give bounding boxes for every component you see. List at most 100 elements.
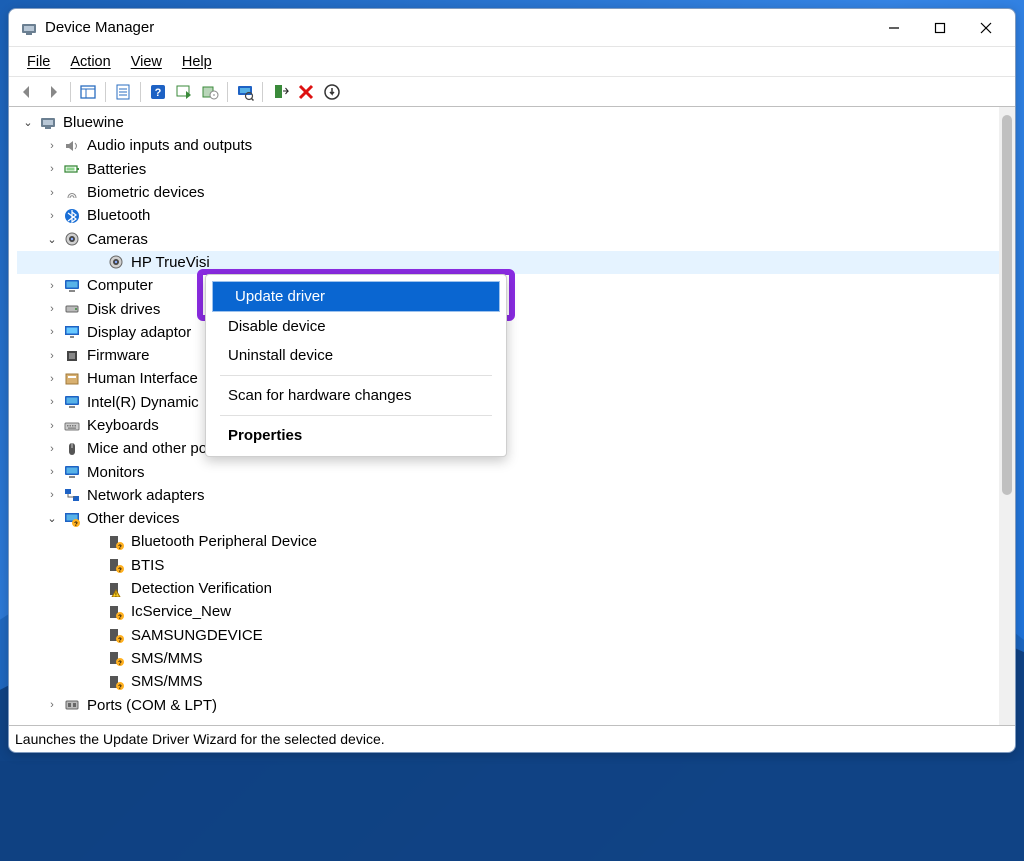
tree-root-label: Bluewine <box>63 114 124 131</box>
tree-item[interactable]: ›Intel(R) Dynamic <box>17 391 999 414</box>
camera-icon <box>107 253 125 271</box>
nav-forward-button[interactable] <box>41 80 65 104</box>
ctx-properties[interactable]: Properties <box>206 421 506 450</box>
svg-text:?: ? <box>118 568 122 573</box>
chevron-right-icon[interactable]: › <box>45 303 59 315</box>
ctx-separator <box>220 415 492 416</box>
chevron-down-icon[interactable]: ⌄ <box>45 512 59 525</box>
chevron-right-icon[interactable]: › <box>45 187 59 199</box>
nav-back-button[interactable] <box>15 80 39 104</box>
chevron-right-icon[interactable]: › <box>45 163 59 175</box>
chevron-right-icon[interactable]: › <box>45 350 59 362</box>
tree-item[interactable]: ›Firmware <box>17 344 999 367</box>
tree-item[interactable]: ›Human Interface <box>17 367 999 390</box>
tree-item[interactable]: ›?SAMSUNGDEVICE <box>17 624 999 647</box>
ctx-scan-changes[interactable]: Scan for hardware changes <box>206 381 506 410</box>
tree-item[interactable]: ›?SMS/MMS <box>17 647 999 670</box>
chevron-down-icon[interactable]: ⌄ <box>45 233 59 246</box>
properties-button[interactable] <box>111 80 135 104</box>
update-driver-button[interactable] <box>172 80 196 104</box>
tree-container: ⌄ Bluewine › Audio inputs and outputs › Batte… <box>9 107 1015 726</box>
disable-device-button[interactable] <box>294 80 318 104</box>
tree-item[interactable]: ›Computer <box>17 274 999 297</box>
scrollbar-thumb[interactable] <box>1002 115 1012 495</box>
monitor-icon <box>63 463 81 481</box>
tree-item-label: Batteries <box>87 161 146 178</box>
chevron-right-icon[interactable]: › <box>45 420 59 432</box>
menu-view[interactable]: View <box>121 50 172 74</box>
status-text: Launches the Update Driver Wizard for th… <box>15 731 385 747</box>
tree-item[interactable]: ›Keyboards <box>17 414 999 437</box>
tree-item[interactable]: › Batteries <box>17 158 999 181</box>
tree-item[interactable]: ›Monitors <box>17 460 999 483</box>
showhide-button[interactable] <box>76 80 100 104</box>
enable-device-button[interactable] <box>268 80 292 104</box>
tree-item-label: Bluetooth <box>87 207 150 224</box>
tree-item[interactable]: ›Disk drives <box>17 297 999 320</box>
chevron-right-icon[interactable]: › <box>45 140 59 152</box>
tree-item[interactable]: ›?IcService_New <box>17 600 999 623</box>
help-button[interactable]: ? <box>146 80 170 104</box>
titlebar[interactable]: Device Manager <box>9 9 1015 47</box>
speaker-icon <box>63 137 81 155</box>
tree-item[interactable]: ›HP TrueVisi <box>17 251 999 274</box>
app-icon <box>21 20 37 36</box>
statusbar: Launches the Update Driver Wizard for th… <box>9 726 1015 752</box>
svg-text:?: ? <box>118 685 122 690</box>
ctx-update-driver[interactable]: Update driver <box>212 281 500 312</box>
menu-help[interactable]: Help <box>172 50 222 74</box>
menubar: File Action View Help <box>9 47 1015 77</box>
tree-item[interactable]: ›Mice and other pointing devices <box>17 437 999 460</box>
chevron-right-icon[interactable]: › <box>45 373 59 385</box>
toolbar-separator <box>70 82 71 102</box>
computer-icon <box>39 114 57 132</box>
tree-item-label: Cameras <box>87 231 148 248</box>
svg-text:?: ? <box>118 661 122 666</box>
vertical-scrollbar[interactable] <box>999 107 1015 725</box>
chevron-right-icon[interactable]: › <box>45 443 59 455</box>
menu-file[interactable]: File <box>17 50 60 74</box>
tree-item[interactable]: ›!Detection Verification <box>17 577 999 600</box>
tree-item-label: Audio inputs and outputs <box>87 137 252 154</box>
monitor-icon <box>63 393 81 411</box>
unknown-device-icon: ? <box>107 649 125 667</box>
svg-text:?: ? <box>155 87 162 99</box>
chevron-right-icon[interactable]: › <box>45 396 59 408</box>
chevron-right-icon[interactable]: › <box>45 699 59 711</box>
unknown-device-icon: ? <box>107 626 125 644</box>
chevron-right-icon[interactable]: › <box>45 489 59 501</box>
tree-item[interactable]: › Audio inputs and outputs <box>17 134 999 157</box>
chevron-right-icon[interactable]: › <box>45 466 59 478</box>
battery-icon <box>63 160 81 178</box>
ctx-uninstall-device[interactable]: Uninstall device <box>206 341 506 370</box>
scan-button[interactable] <box>233 80 257 104</box>
minimize-button[interactable] <box>871 12 917 44</box>
ctx-disable-device[interactable]: Disable device <box>206 312 506 341</box>
svg-text:?: ? <box>118 638 122 643</box>
tree-item[interactable]: ›Ports (COM & LPT) <box>17 693 999 716</box>
hid-icon <box>63 370 81 388</box>
close-button[interactable] <box>963 12 1009 44</box>
tree-item[interactable]: ›?Bluetooth Peripheral Device <box>17 530 999 553</box>
tree-item[interactable]: ›Display adaptor <box>17 321 999 344</box>
tree-item[interactable]: › Bluetooth <box>17 204 999 227</box>
window-title: Device Manager <box>45 19 154 36</box>
tree-item[interactable]: ⌄ Cameras <box>17 227 999 250</box>
tree-item[interactable]: ›?SMS/MMS <box>17 670 999 693</box>
uninstall-button[interactable] <box>198 80 222 104</box>
maximize-button[interactable] <box>917 12 963 44</box>
chevron-right-icon[interactable]: › <box>45 326 59 338</box>
tree-item[interactable]: ›Network adapters <box>17 484 999 507</box>
chevron-right-icon[interactable]: › <box>45 210 59 222</box>
toolbar-separator <box>227 82 228 102</box>
port-icon <box>63 696 81 714</box>
tree-item[interactable]: ›?BTIS <box>17 554 999 577</box>
tree-item[interactable]: ›Biometric devices <box>17 181 999 204</box>
chevron-right-icon[interactable]: › <box>45 280 59 292</box>
tree-item-label: BTIS <box>131 557 164 574</box>
chevron-down-icon[interactable]: ⌄ <box>21 116 35 129</box>
tree-item[interactable]: ⌄?Other devices <box>17 507 999 530</box>
tree-root[interactable]: ⌄ Bluewine <box>17 111 999 134</box>
circle-arrow-button[interactable] <box>320 80 344 104</box>
menu-action[interactable]: Action <box>60 50 120 74</box>
